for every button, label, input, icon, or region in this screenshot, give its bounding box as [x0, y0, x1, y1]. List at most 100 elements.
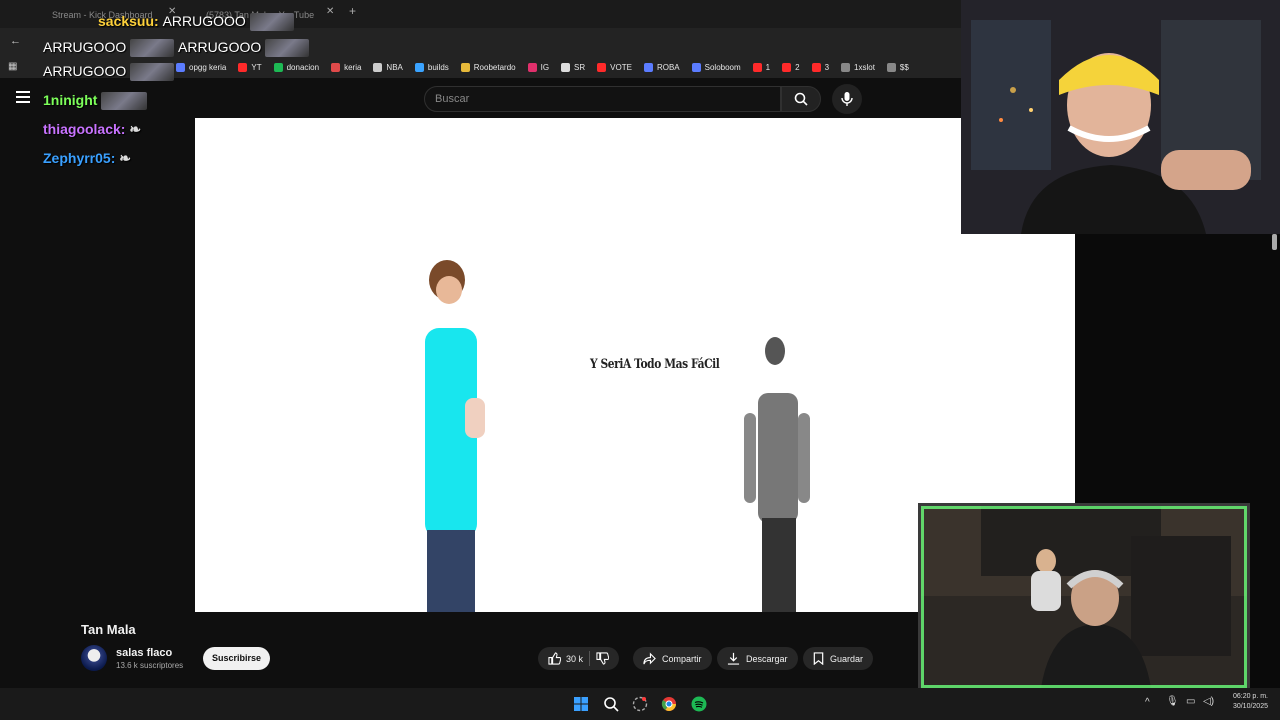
clock-time: 06:20 p. m.: [1232, 693, 1268, 700]
bookmark-item[interactable]: builds: [414, 62, 449, 72]
volume-icon[interactable]: ◁): [1203, 696, 1214, 707]
close-tab-icon[interactable]: ✕: [326, 6, 334, 17]
secondary-webcam: [918, 503, 1250, 691]
bookmark-favicon-icon: [561, 62, 571, 72]
system-clock[interactable]: 06:20 p. m. 30/10/2025: [1233, 692, 1268, 712]
chat-message: ARRUGOOO ARRUGOOO: [43, 39, 310, 58]
bookmark-favicon-icon: [782, 62, 792, 72]
bookmark-favicon-icon: [841, 62, 851, 72]
bookmark-label: donacion: [286, 62, 320, 72]
download-button[interactable]: Descargar: [717, 647, 798, 670]
bookmark-item[interactable]: opgg keria: [176, 62, 226, 72]
download-icon: [727, 652, 740, 665]
chrome-icon[interactable]: [661, 696, 677, 712]
search-input[interactable]: Buscar: [424, 86, 781, 112]
chat-username: Zephyrr05:: [43, 150, 116, 166]
boy-blue-sweater-figure: [425, 260, 485, 612]
screen: Stream - Kick Dashboard ✕ (5783) Tan Mal…: [0, 0, 1280, 720]
bookmark-item[interactable]: donacion: [273, 62, 320, 72]
bookmark-item[interactable]: IG: [527, 62, 549, 72]
network-icon[interactable]: ▭: [1186, 696, 1195, 707]
bookmark-item[interactable]: 2: [782, 62, 800, 72]
bookmark-item[interactable]: Roobetardo: [460, 62, 516, 72]
bookmark-label: keria: [344, 62, 362, 72]
like-dislike-group: 30 k: [538, 647, 620, 670]
search-button[interactable]: [781, 86, 821, 112]
bookmark-favicon-icon: [273, 62, 283, 72]
windows-start-icon[interactable]: [573, 696, 589, 712]
chat-message: thiagoolack: ❧: [43, 121, 141, 138]
microphone-icon[interactable]: 🎙: [1166, 696, 1179, 707]
chat-text: ARRUGOOO: [43, 63, 127, 79]
bookmark-item[interactable]: 1xslot: [841, 62, 875, 72]
channel-name[interactable]: salas flaco: [116, 647, 172, 659]
save-label: Guardar: [830, 653, 864, 664]
scrollbar-thumb[interactable]: [1272, 234, 1277, 250]
emote-image: [130, 39, 175, 58]
chat-username: 1ninight: [43, 92, 98, 108]
bookmark-favicon-icon: [414, 62, 424, 72]
bookmark-favicon-icon: [176, 62, 185, 72]
chevron-up-icon[interactable]: ^: [1145, 697, 1150, 708]
bookmark-label: $$: [899, 62, 909, 72]
share-button[interactable]: Compartir: [633, 647, 712, 670]
chat-username: thiagoolack:: [43, 121, 126, 137]
bookmark-item[interactable]: ROBA: [643, 62, 680, 72]
emote-image: [249, 13, 294, 32]
save-button[interactable]: Guardar: [803, 647, 874, 670]
microphone-icon: [841, 92, 853, 106]
emote-image: [101, 92, 148, 111]
bookmark-favicon-icon: [886, 62, 896, 72]
bookmark-item[interactable]: $$: [886, 62, 909, 72]
video-caption: Y SeriA Todo Mas FáCil: [590, 357, 720, 372]
bookmark-favicon-icon: [331, 62, 341, 72]
chat-text: ARRUGOOO: [162, 13, 246, 29]
channel-avatar[interactable]: [81, 645, 107, 671]
bookmark-label: ROBA: [656, 62, 680, 72]
bookmark-item[interactable]: Soloboom: [691, 62, 741, 72]
bookmark-item[interactable]: VOTE: [597, 62, 632, 72]
bookmark-favicon-icon: [597, 62, 607, 72]
app-icon[interactable]: [632, 696, 648, 712]
bookmark-label: NBA: [386, 62, 403, 72]
thumbs-down-icon[interactable]: [596, 652, 610, 665]
bookmark-item[interactable]: 3: [811, 62, 830, 72]
chat-message: Zephyrr05: ❧: [43, 150, 131, 167]
bookmark-label: 1xslot: [854, 62, 875, 72]
bookmark-label: VOTE: [610, 62, 632, 72]
bookmark-favicon-icon: [752, 62, 762, 72]
bookmark-favicon-icon: [238, 62, 248, 72]
thumbs-up-icon: [548, 652, 561, 665]
bookmark-label: 3: [824, 62, 830, 72]
bookmark-icon: [813, 652, 824, 665]
chat-message: ARRUGOOO: [43, 63, 175, 82]
bookmark-label: 2: [795, 62, 800, 72]
bookmark-item[interactable]: keria: [331, 62, 362, 72]
bookmark-label: 1: [765, 62, 771, 72]
webcam-frame-glow: [921, 506, 1247, 688]
bookmark-favicon-icon: [373, 62, 383, 72]
bookmark-item[interactable]: SR: [561, 62, 585, 72]
chat-text: ARRUGOOO: [178, 39, 262, 55]
emote-image: [130, 63, 175, 82]
share-icon: [643, 652, 656, 665]
chat-text: ARRUGOOO: [43, 39, 127, 55]
new-tab-icon[interactable]: +: [349, 4, 356, 18]
search-icon[interactable]: [603, 696, 619, 712]
menu-icon[interactable]: [16, 91, 30, 103]
bookmark-label: builds: [427, 62, 449, 72]
bookmark-item[interactable]: 1: [752, 62, 771, 72]
spotify-icon[interactable]: [691, 696, 707, 712]
bookmark-favicon-icon: [527, 62, 537, 72]
voice-search-button[interactable]: [832, 84, 862, 114]
bookmark-favicon-icon: [460, 62, 470, 72]
bookmark-item[interactable]: YT: [238, 62, 262, 72]
webcam-image: [961, 0, 1280, 234]
subscribe-button[interactable]: Suscribirse: [203, 647, 270, 670]
like-button[interactable]: 30 k: [548, 652, 583, 665]
feather-emote-icon: ❧: [119, 150, 131, 166]
apps-grid-icon[interactable]: ▦: [8, 61, 17, 72]
bookmark-item[interactable]: NBA: [373, 62, 403, 72]
divider: [589, 651, 591, 666]
back-arrow-icon[interactable]: ←: [10, 35, 21, 47]
